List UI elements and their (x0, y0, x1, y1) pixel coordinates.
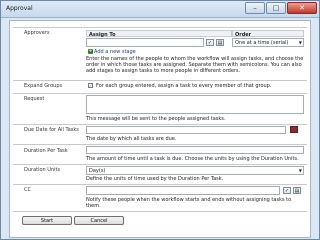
divider (13, 184, 307, 185)
window-title: Approval (6, 5, 33, 12)
expand-groups-label: Expand Groups (24, 83, 63, 89)
approvers-hint: Enter the names of the people to whom th… (86, 56, 304, 74)
assign-to-header: Assign To (86, 30, 232, 38)
address-book-icon[interactable]: ▤ (216, 39, 224, 46)
expand-groups-text: For each group entered, assign a task to… (96, 83, 272, 89)
chevron-down-icon: ▼ (298, 168, 302, 173)
calendar-icon[interactable] (290, 126, 298, 133)
cc-input[interactable] (86, 186, 280, 195)
duration-units-value: Day(s) (89, 168, 106, 174)
request-label: Request (24, 96, 45, 102)
add-stage-link[interactable]: +Add a new stage (88, 49, 136, 55)
address-book-icon[interactable]: ▤ (293, 187, 301, 194)
form-panel: Approvers Assign To Order ✓ ▤ One at a t… (9, 20, 311, 238)
check-names-icon[interactable]: ✓ (206, 39, 214, 46)
chevron-down-icon: ▼ (298, 40, 302, 45)
duration-units-label: Duration Units (24, 167, 61, 173)
duration-units-hint: Define the units of time used by the Dur… (86, 176, 224, 182)
maximize-button[interactable]: □ (266, 2, 286, 14)
minimize-button[interactable]: – (245, 2, 265, 14)
cancel-button[interactable]: Cancel (74, 216, 124, 225)
expand-groups-checkbox[interactable]: ✓ (88, 83, 93, 88)
start-button[interactable]: Start (22, 216, 72, 225)
window-controls: – □ ✕ (245, 2, 317, 14)
approval-window: Approval – □ ✕ Approvers Assign To Order… (0, 0, 320, 240)
duration-per-task-label: Duration Per Task (24, 148, 68, 154)
divider (13, 80, 307, 81)
divider (13, 144, 307, 145)
request-textarea[interactable] (86, 95, 304, 114)
duration-units-select[interactable]: Day(s) ▼ (86, 166, 304, 175)
duration-per-task-input[interactable] (86, 146, 304, 154)
request-hint: This message will be sent to the people … (86, 116, 226, 122)
cc-hint: Notify these people when the workflow st… (86, 197, 292, 209)
check-names-icon[interactable]: ✓ (283, 187, 291, 194)
due-date-input[interactable] (86, 126, 286, 134)
title-bar: Approval – □ ✕ (1, 1, 319, 18)
divider (13, 211, 307, 212)
divider (13, 124, 307, 125)
due-date-hint: The date by which all tasks are due. (86, 136, 177, 142)
due-date-label: Due Date for All Tasks (24, 127, 79, 133)
add-stage-label: Add a new stage (94, 49, 136, 55)
duration-per-task-hint: The amount of time until a task is due. … (86, 156, 299, 162)
divider (13, 27, 307, 28)
divider (13, 164, 307, 165)
close-button[interactable]: ✕ (287, 2, 317, 14)
order-select[interactable]: One at a time (serial) ▼ (232, 38, 304, 47)
approvers-label: Approvers (24, 30, 50, 36)
order-value: One at a time (serial) (235, 40, 289, 46)
order-header: Order (232, 30, 304, 38)
divider (13, 93, 307, 94)
assign-to-input[interactable] (86, 38, 204, 47)
cc-label: CC (24, 187, 31, 193)
plus-icon: + (88, 48, 93, 54)
